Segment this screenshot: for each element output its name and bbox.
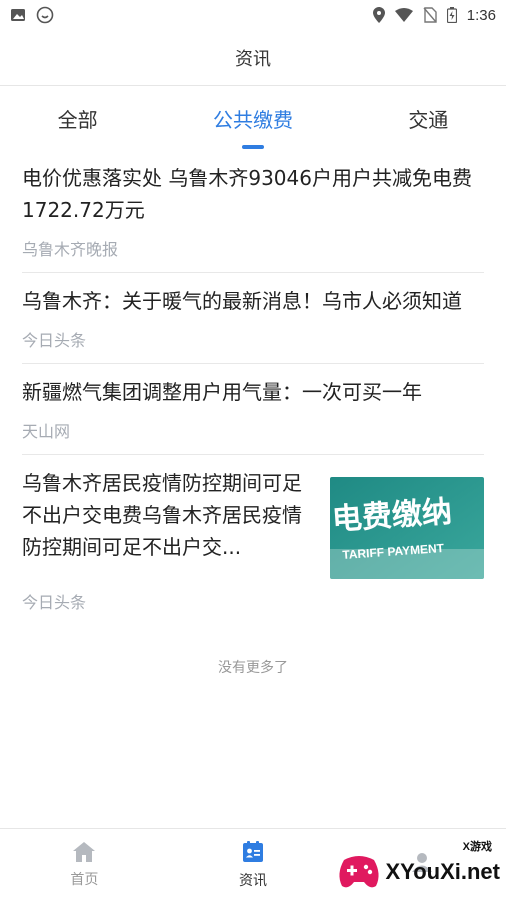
watermark-text: XYouXi.net (385, 859, 501, 884)
page-title: 资讯 (235, 48, 271, 70)
no-more-text: 没有更多了 (218, 660, 288, 676)
news-source: 今日头条 (22, 593, 87, 612)
gamepad-logo-icon (336, 852, 382, 892)
status-bar: 1:36 (0, 0, 506, 30)
home-icon (72, 841, 96, 863)
tab-traffic[interactable]: 交通 (388, 94, 468, 143)
image-icon (10, 7, 26, 23)
nav-home-label: 首页 (70, 871, 99, 888)
news-title: 电价优惠落实处 乌鲁木齐93046户用户共减免电费1722.72万元 (22, 166, 472, 222)
news-source: 天山网 (22, 422, 71, 441)
nav-home[interactable]: 首页 (0, 829, 169, 900)
clock-circle-icon (36, 6, 54, 24)
tab-public-payment[interactable]: 公共缴费 (193, 94, 313, 143)
wifi-icon (394, 8, 413, 22)
watermark-small-text: X游戏 (462, 841, 492, 853)
news-icon (241, 840, 265, 864)
battery-icon (446, 7, 457, 23)
list-item[interactable]: 乌鲁木齐：关于暖气的最新消息！乌市人必须知道 今日头条 (22, 273, 484, 364)
status-right: 1:36 (372, 6, 496, 24)
no-sim-icon (423, 7, 437, 23)
news-source: 乌鲁木齐晚报 (22, 240, 119, 259)
location-icon (372, 7, 385, 23)
tab-all[interactable]: 全部 (38, 94, 118, 143)
news-title: 新疆燃气集团调整用户用气量：一次可买一年 (22, 380, 422, 404)
app-header: 资讯 (0, 30, 506, 86)
list-item[interactable]: 电价优惠落实处 乌鲁木齐93046户用户共减免电费1722.72万元 乌鲁木齐晚… (22, 150, 484, 273)
news-title: 乌鲁木齐居民疫情防控期间可足不出户交电费乌鲁木齐居民疫情防控期间可足不出户交..… (22, 471, 302, 559)
nav-news[interactable]: 资讯 (169, 829, 338, 900)
news-source: 今日头条 (22, 331, 87, 350)
nav-news-label: 资讯 (239, 872, 267, 889)
news-thumbnail: 电费缴纳 TARIFF PAYMENT (330, 477, 484, 579)
list-item[interactable]: 新疆燃气集团调整用户用气量：一次可买一年 天山网 (22, 364, 484, 455)
watermark: X游戏 XYouXi.net (336, 841, 501, 892)
category-tabs: 全部 公共缴费 交通 (0, 86, 506, 150)
list-item[interactable]: 乌鲁木齐居民疫情防控期间可足不出户交电费乌鲁木齐居民疫情防控期间可足不出户交..… (22, 455, 484, 625)
news-title: 乌鲁木齐：关于暖气的最新消息！乌市人必须知道 (22, 289, 462, 313)
status-left (10, 6, 54, 24)
news-list: 电价优惠落实处 乌鲁木齐93046户用户共减免电费1722.72万元 乌鲁木齐晚… (0, 150, 506, 625)
status-time: 1:36 (466, 6, 496, 24)
